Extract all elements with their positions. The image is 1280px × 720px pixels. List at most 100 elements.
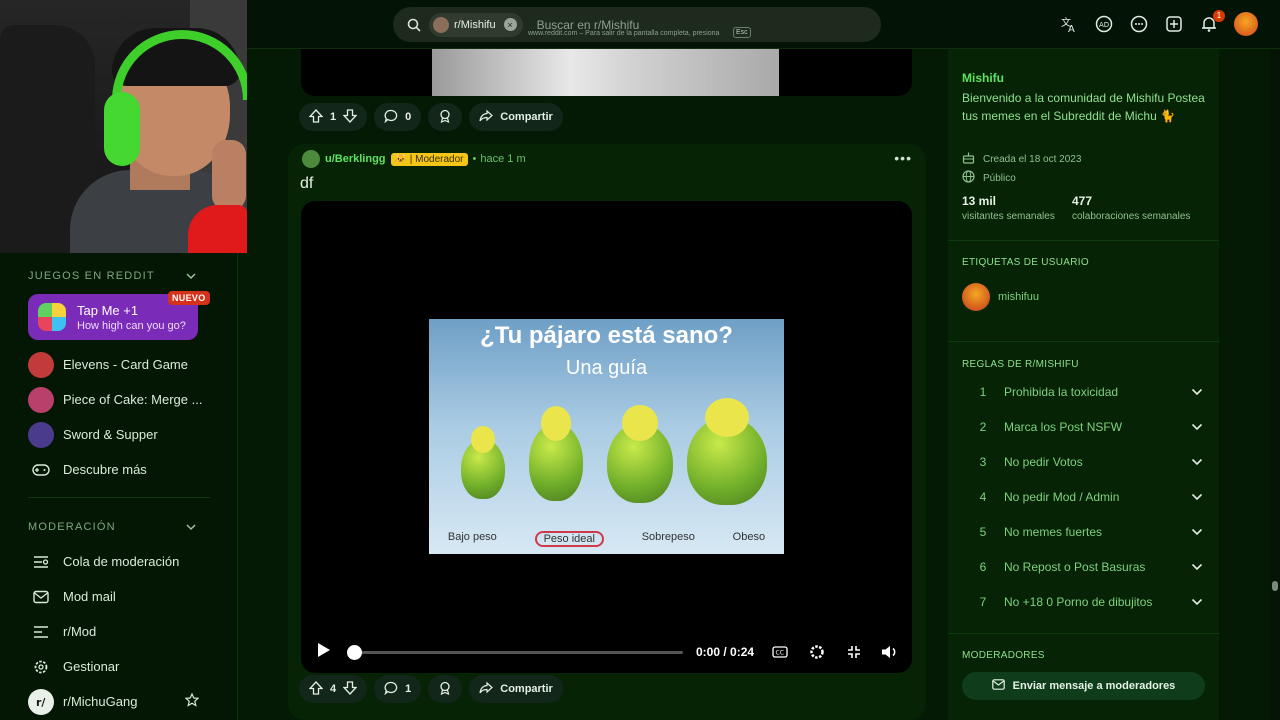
advertise-icon[interactable]: AD bbox=[1094, 14, 1114, 34]
label-overweight: Sobrepeso bbox=[641, 531, 695, 543]
close-icon[interactable]: × bbox=[503, 18, 517, 31]
upvote-icon[interactable] bbox=[308, 108, 324, 126]
star-icon[interactable] bbox=[184, 692, 200, 710]
message-moderators-label: Enviar mensaje a moderadores bbox=[1012, 680, 1176, 692]
share-button[interactable]: Compartir bbox=[469, 103, 563, 131]
section-divider bbox=[948, 240, 1219, 241]
community-sidebar: Mishifu Bienvenido a la comunidad de Mis… bbox=[948, 49, 1219, 720]
rule-item[interactable]: 3 No pedir Votos bbox=[962, 444, 1207, 479]
share-label: Compartir bbox=[500, 111, 553, 123]
sidebar-item-mod-queue[interactable]: Cola de moderación bbox=[0, 544, 238, 579]
rule-text: Marca los Post NSFW bbox=[1004, 419, 1123, 434]
gear-icon bbox=[28, 654, 54, 680]
community-chip-label: r/Mishifu bbox=[454, 18, 496, 31]
author-name[interactable]: u/Berklingg bbox=[325, 153, 386, 165]
rule-item[interactable]: 2 Marca los Post NSFW bbox=[962, 409, 1207, 444]
rule-number: 2 bbox=[979, 419, 987, 434]
user-flair-header: ETIQUETAS DE USUARIO bbox=[962, 257, 1089, 268]
award-button[interactable] bbox=[428, 675, 463, 703]
previous-post-media[interactable] bbox=[301, 49, 912, 96]
captions-icon[interactable]: CC bbox=[771, 643, 789, 661]
share-icon bbox=[479, 681, 494, 698]
more-options-icon[interactable]: ••• bbox=[894, 150, 912, 166]
flair-avatar bbox=[962, 283, 990, 311]
rule-item[interactable]: 4 No pedir Mod / Admin bbox=[962, 479, 1207, 514]
sidebar-item-label: r/MichuGang bbox=[63, 694, 138, 709]
chat-icon[interactable] bbox=[1129, 14, 1149, 34]
rule-number: 4 bbox=[979, 489, 987, 504]
rule-item[interactable]: 6 No Repost o Post Basuras bbox=[962, 549, 1207, 584]
chevron-down-icon bbox=[1191, 595, 1207, 609]
sidebar-item-manage[interactable]: Gestionar bbox=[0, 649, 238, 684]
sidebar-item-michugang[interactable]: r/ r/MichuGang bbox=[0, 684, 238, 719]
notifications-icon[interactable]: 1 bbox=[1199, 10, 1225, 34]
rule-item[interactable]: 7 No +18 0 Porno de dibujitos bbox=[962, 584, 1207, 619]
tap-me-icon bbox=[38, 303, 66, 331]
games-section-header[interactable]: JUEGOS EN REDDIT bbox=[0, 265, 238, 287]
search-bar[interactable]: r/Mishifu × Buscar en r/Mishifu www.redd… bbox=[393, 7, 881, 42]
video-player[interactable]: ¿Tu pájaro está sano? Una guía Bajo peso… bbox=[301, 201, 912, 673]
settings-gear-icon[interactable] bbox=[808, 643, 826, 661]
sidebar-item-label: Piece of Cake: Merge ... bbox=[63, 392, 203, 407]
video-controls: 0:00 / 0:24 CC bbox=[301, 641, 912, 663]
sidebar-item-discover-more[interactable]: Descubre más bbox=[0, 452, 238, 487]
chevron-down-icon bbox=[1191, 525, 1207, 539]
chevron-down-icon bbox=[1191, 560, 1207, 574]
sidebar-item-sword-supper[interactable]: Sword & Supper bbox=[0, 417, 238, 452]
create-post-icon[interactable] bbox=[1164, 14, 1184, 34]
featured-game-title: Tap Me +1 bbox=[77, 302, 139, 318]
chevron-down-icon bbox=[186, 522, 196, 532]
community-name[interactable]: Mishifu bbox=[962, 71, 1004, 85]
vote-count: 1 bbox=[330, 111, 337, 123]
sidebar-item-elevens[interactable]: Elevens - Card Game bbox=[0, 347, 238, 382]
moderator-flair: 🐱 | Moderador bbox=[390, 152, 468, 166]
post-title[interactable]: df bbox=[300, 175, 313, 193]
rule-item[interactable]: 1 Prohibida la toxicidad bbox=[962, 374, 1207, 409]
user-avatar[interactable] bbox=[1234, 12, 1258, 36]
comment-icon bbox=[384, 681, 398, 698]
post-card[interactable]: u/Berklingg 🐱 | Moderador • hace 1 m •••… bbox=[288, 144, 926, 720]
label-obese: Obeso bbox=[732, 531, 766, 543]
video-progress-knob[interactable] bbox=[347, 645, 362, 660]
topbar-icons: 文A AD 1 bbox=[1059, 10, 1258, 36]
award-button[interactable] bbox=[428, 103, 463, 131]
chevron-down-icon bbox=[186, 271, 196, 281]
author-avatar[interactable] bbox=[302, 150, 320, 168]
comment-icon bbox=[384, 109, 398, 126]
rule-item[interactable]: 5 No memes fuertes bbox=[962, 514, 1207, 549]
page-scrollbar[interactable] bbox=[1270, 49, 1280, 720]
award-icon bbox=[438, 681, 452, 698]
moderation-section-header[interactable]: MODERACIÓN bbox=[0, 516, 238, 538]
translate-icon[interactable]: 文A bbox=[1059, 14, 1079, 34]
video-progress-track[interactable] bbox=[351, 651, 683, 654]
comments-button[interactable]: 0 bbox=[374, 103, 422, 131]
sidebar-item-label: Gestionar bbox=[63, 659, 120, 674]
vote-control: 1 bbox=[299, 103, 368, 131]
sidebar-item-r-mod[interactable]: r/Mod bbox=[0, 614, 238, 649]
downvote-icon[interactable] bbox=[342, 680, 358, 698]
upvote-icon[interactable] bbox=[308, 680, 324, 698]
share-button[interactable]: Compartir bbox=[469, 675, 563, 703]
created-date: Creada el 18 oct 2023 bbox=[962, 151, 1081, 167]
message-moderators-button[interactable]: Enviar mensaje a moderadores bbox=[962, 672, 1205, 700]
chevron-down-icon bbox=[1191, 385, 1207, 399]
mail-icon bbox=[28, 584, 54, 610]
play-icon[interactable] bbox=[317, 642, 331, 663]
community-chip[interactable]: r/Mishifu × bbox=[429, 12, 523, 37]
sidebar-item-label: Sword & Supper bbox=[63, 427, 158, 442]
new-badge: NUEVO bbox=[168, 291, 210, 305]
piece-of-cake-icon bbox=[28, 386, 54, 413]
thumbnail-subheading: Una guía bbox=[565, 357, 648, 379]
comments-button[interactable]: 1 bbox=[374, 675, 422, 703]
esc-key: Esc bbox=[733, 27, 751, 38]
rule-text: No pedir Mod / Admin bbox=[1004, 489, 1120, 504]
sidebar-item-mod-mail[interactable]: Mod mail bbox=[0, 579, 238, 614]
parakeet-obese bbox=[687, 397, 767, 505]
user-flair-item[interactable]: mishifuu bbox=[962, 283, 1039, 311]
fullscreen-exit-icon[interactable] bbox=[845, 643, 863, 661]
video-thumbnail: ¿Tu pájaro está sano? Una guía Bajo peso… bbox=[429, 319, 784, 554]
rule-text: No pedir Votos bbox=[1004, 454, 1083, 469]
downvote-icon[interactable] bbox=[342, 108, 358, 126]
sidebar-item-piece-of-cake[interactable]: Piece of Cake: Merge ... bbox=[0, 382, 238, 417]
volume-icon[interactable] bbox=[881, 643, 899, 661]
